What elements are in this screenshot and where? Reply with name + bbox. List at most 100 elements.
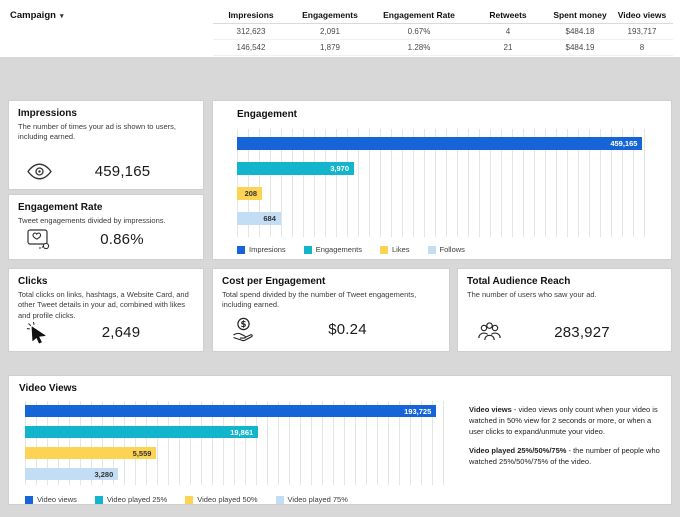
summary-table-header: Impresions Engagements Engagement Rate R…	[213, 6, 673, 24]
legend-swatch	[303, 245, 312, 254]
legend-swatch	[94, 495, 103, 504]
note-video-played: Video played 25%/50%/75% - the number of…	[469, 446, 661, 468]
table-cell: 1.28%	[407, 43, 431, 52]
table-cell: 0.67%	[407, 27, 431, 36]
column-header: Engagements	[302, 9, 358, 20]
legend-swatch	[185, 495, 194, 504]
card-description: Tweet engagements divided by impressions…	[18, 216, 166, 225]
impressions-value: 459,165	[94, 163, 151, 180]
legend-item: Video played 75%	[275, 495, 348, 504]
bar-value-label: 208	[244, 189, 258, 198]
campaign-label: Campaign	[10, 10, 56, 21]
table-cell: 1,879	[319, 43, 341, 52]
bar-track: 3,280	[25, 468, 449, 480]
video-views-legend: Video views Video played 25% Video playe…	[25, 495, 457, 504]
card-description: The number of users who saw your ad.	[467, 290, 597, 299]
table-row: 146,542 1,879 1.28% 21 $484.19 8	[213, 40, 673, 56]
legend-label: Video played 75%	[287, 495, 348, 504]
legend-item: Video views	[25, 495, 77, 504]
summary-table: Impresions Engagements Engagement Rate R…	[213, 6, 673, 56]
card-title: Engagement Rate	[18, 202, 103, 213]
bar-follows[interactable]: 684	[237, 212, 281, 225]
column-header: Video views	[617, 9, 667, 20]
note-term: Video played 25%/50%/75%	[469, 445, 567, 455]
column-header: Engagement Rate	[383, 9, 455, 20]
impressions-card: Impressions The number of times your ad …	[8, 100, 204, 190]
bar-track: 3,970	[237, 162, 655, 175]
total-audience-reach-card: Total Audience Reach The number of users…	[457, 268, 672, 352]
legend-label: Video played 50%	[197, 495, 258, 504]
bar-track: 19,861	[25, 426, 449, 438]
legend-swatch	[237, 245, 245, 254]
bar-value-label: 19,861	[230, 427, 254, 437]
chart-title: Engagement	[237, 109, 298, 120]
cost-per-engagement-value: $0.24	[328, 321, 367, 338]
column-header: Retweets	[489, 9, 527, 20]
total-audience-reach-value: 283,927	[554, 323, 610, 341]
legend-swatch	[379, 245, 388, 254]
table-cell: 146,542	[236, 43, 266, 52]
bar-video-played-25[interactable]: 19,861	[25, 426, 259, 438]
table-cell: $484.18	[565, 27, 595, 36]
legend-item: Follows	[427, 245, 465, 254]
chevron-down-icon: ▾	[59, 12, 64, 20]
legend-label: Impresions	[249, 245, 286, 254]
column-header: Spent money	[553, 9, 607, 20]
video-views-notes: Video views - video views only count whe…	[457, 397, 661, 504]
bar-video-views[interactable]: 193,725	[25, 405, 437, 417]
audience-icon	[475, 321, 504, 343]
bar-video-played-75[interactable]: 3,280	[25, 468, 119, 480]
legend-label: Video played 25%	[106, 495, 168, 504]
bar-video-played-50[interactable]: 5,559	[25, 447, 157, 459]
engagement-chart-card: Engagement 459,165 3,970 208 684 Impresi…	[212, 100, 672, 260]
card-title: Cost per Engagement	[222, 276, 326, 287]
card-title: Clicks	[18, 276, 48, 287]
bar-likes[interactable]: 208	[237, 187, 263, 200]
bar-value-label: 193,725	[404, 406, 432, 416]
bar-track: 459,165	[237, 137, 655, 150]
bar-value-label: 684	[263, 214, 276, 223]
bar-value-label: 459,165	[610, 139, 638, 148]
table-row: 312,623 2,091 0.67% 4 $484.18 193,717	[213, 24, 673, 40]
bar-track: 193,725	[25, 405, 449, 417]
engagement-rate-value: 0.86%	[100, 230, 144, 248]
table-cell: 21	[503, 43, 513, 52]
card-description: The number of times your ad is shown to …	[18, 122, 176, 142]
engagement-chart-plot: 459,165 3,970 208 684	[237, 129, 655, 237]
table-cell: 193,717	[627, 27, 657, 36]
dashboard: Campaign ▾ Impresions Engagements Engage…	[0, 0, 680, 517]
card-description: Total spend divided by the number of Twe…	[222, 290, 417, 310]
chart-title: Video Views	[19, 383, 77, 394]
table-cell: 312,623	[236, 27, 266, 36]
legend-label: Video views	[37, 495, 77, 504]
engagement-rate-card: Engagement Rate Tweet engagements divide…	[8, 194, 204, 260]
svg-text:$: $	[241, 320, 247, 330]
bar-track: 208	[237, 187, 655, 200]
bar-value-label: 3,280	[94, 469, 114, 479]
bar-track: 684	[237, 212, 655, 225]
clicks-value: 2,649	[101, 324, 141, 342]
legend-swatch	[427, 245, 436, 254]
engagement-rate-icon	[26, 227, 52, 251]
video-views-card: Video Views 193,725 19,861 5,559 3,280 V…	[8, 375, 672, 505]
legend-swatch	[275, 495, 284, 504]
topbar: Campaign ▾ Impresions Engagements Engage…	[0, 0, 680, 57]
legend-label: Engagements	[315, 245, 362, 254]
legend-item: Impresions	[237, 245, 286, 254]
campaign-dropdown[interactable]: Campaign ▾	[10, 10, 63, 21]
engagement-legend: Impresions Engagements Likes Follows	[237, 245, 663, 254]
note-video-views: Video views - video views only count whe…	[469, 405, 661, 438]
bar-value-label: 3,970	[330, 164, 350, 173]
bar-engagements[interactable]: 3,970	[237, 162, 355, 175]
coin-hand-icon: $	[230, 316, 257, 343]
column-header: Impresions	[228, 9, 274, 20]
legend-swatch	[25, 495, 33, 504]
table-cell: 2,091	[319, 27, 341, 36]
bar-impresions[interactable]: 459,165	[237, 137, 643, 150]
table-cell: 4	[505, 27, 511, 36]
video-views-chart-plot: 193,725 19,861 5,559 3,280	[25, 401, 449, 485]
legend-label: Follows	[439, 245, 465, 254]
bar-track: 5,559	[25, 447, 449, 459]
bar-value-label: 5,559	[132, 448, 152, 458]
table-cell: $484.19	[565, 43, 595, 52]
